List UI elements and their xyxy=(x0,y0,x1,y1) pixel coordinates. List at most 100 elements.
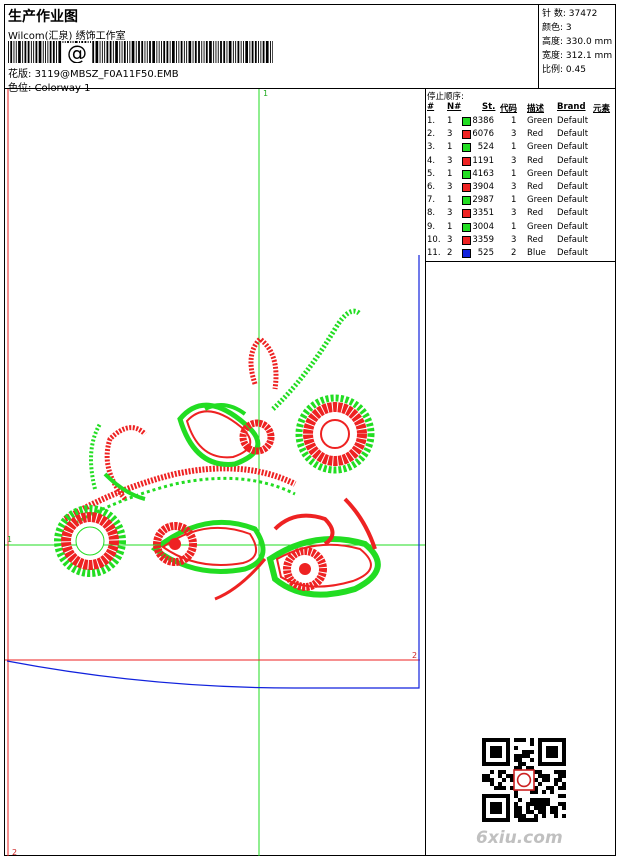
qr-cell xyxy=(494,794,498,798)
qr-cell xyxy=(542,762,546,766)
qr-cell xyxy=(518,738,522,742)
qr-cell xyxy=(538,810,542,814)
row-index: 10. xyxy=(427,234,441,245)
barcode-bar xyxy=(138,41,140,63)
qr-cell xyxy=(534,798,538,802)
color-swatch xyxy=(462,249,471,258)
row-index: 3. xyxy=(427,142,436,153)
qr-cell xyxy=(530,742,534,746)
qr-cell xyxy=(506,742,510,746)
qr-cell xyxy=(494,786,498,790)
qr-cell xyxy=(554,778,558,782)
table-row: 3. 1 524 1 Green Default xyxy=(427,142,615,155)
qr-cell xyxy=(514,802,518,806)
barcode-bar xyxy=(115,41,118,63)
watermark-site: 6xiu.com xyxy=(476,828,563,848)
qr-cell xyxy=(490,778,494,782)
qr-cell xyxy=(482,746,486,750)
qr-cell xyxy=(558,774,562,778)
qr-cell xyxy=(518,810,522,814)
qr-cell xyxy=(538,754,542,758)
row-code: 2 xyxy=(511,248,517,258)
qr-cell xyxy=(498,786,502,790)
row-needle: 1 xyxy=(447,195,453,206)
qr-cell xyxy=(542,806,546,810)
qr-cell xyxy=(486,762,490,766)
qr-cell xyxy=(498,774,502,778)
qr-cell xyxy=(526,754,530,758)
table-row: 1. 1 8386 1 Green Default xyxy=(427,116,615,129)
barcode-bar xyxy=(260,41,262,63)
qr-cell xyxy=(506,746,510,750)
qr-cell xyxy=(542,798,546,802)
barcode-bar xyxy=(178,41,180,63)
qr-cell xyxy=(542,778,546,782)
qr-cell xyxy=(498,750,502,754)
qr-cell xyxy=(482,814,486,818)
col-header-needle: N# xyxy=(447,102,462,112)
barcode-bar xyxy=(10,41,13,63)
qr-cell xyxy=(546,786,550,790)
barcode-bar xyxy=(192,41,194,63)
qr-cell xyxy=(494,762,498,766)
row-brand: Default xyxy=(557,182,589,192)
barcode: @ xyxy=(8,41,273,63)
row-desc: Red xyxy=(527,234,544,245)
hoop-outline xyxy=(6,255,420,689)
row-brand: Default xyxy=(557,208,589,219)
row-code: 1 xyxy=(511,195,517,206)
qr-cell xyxy=(490,794,494,798)
barcode-bar xyxy=(203,41,205,63)
row-brand: Default xyxy=(557,129,589,140)
qr-cell xyxy=(494,738,498,742)
barcode-bar xyxy=(237,41,240,63)
qr-cell xyxy=(534,814,538,818)
row-index: 9. xyxy=(427,221,436,232)
qr-cell xyxy=(562,742,566,746)
row-index: 1. xyxy=(427,116,436,126)
row-needle: 3 xyxy=(447,234,453,245)
qr-cell xyxy=(562,762,566,766)
qr-cell xyxy=(546,746,550,750)
qr-cell xyxy=(562,758,566,762)
barcode-bar xyxy=(188,41,192,63)
qr-cell xyxy=(538,742,542,746)
qr-cell xyxy=(494,806,498,810)
qr-cell xyxy=(558,778,562,782)
qr-cell xyxy=(554,770,558,774)
qr-cell xyxy=(558,770,562,774)
qr-cell xyxy=(494,750,498,754)
qr-cell xyxy=(502,762,506,766)
barcode-bar xyxy=(254,41,257,63)
barcode-bar xyxy=(228,41,232,63)
barcode-bar xyxy=(176,41,177,63)
qr-cell xyxy=(530,798,534,802)
qr-cell xyxy=(530,818,534,822)
row-stitches: 4163 xyxy=(472,168,494,179)
qr-cell xyxy=(486,774,490,778)
qr-cell xyxy=(506,758,510,762)
row-stitches: 2987 xyxy=(472,195,494,206)
qr-cell xyxy=(514,754,518,758)
qr-cell xyxy=(554,738,558,742)
qr-cell xyxy=(538,750,542,754)
barcode-bar xyxy=(35,41,38,63)
row-stitches: 3359 xyxy=(472,234,494,245)
barcode-bar xyxy=(220,41,222,63)
barcode-bar xyxy=(258,41,259,63)
barcode-bar xyxy=(149,41,151,63)
row-needle: 1 xyxy=(447,221,453,232)
qr-cell xyxy=(518,806,522,810)
row-desc: Blue xyxy=(527,248,546,258)
row-brand: Default xyxy=(557,155,589,166)
mark-top: 1 xyxy=(263,89,268,98)
row-desc: Red xyxy=(527,155,544,166)
qr-cell xyxy=(554,762,558,766)
barcode-bar xyxy=(99,41,101,63)
barcode-bar xyxy=(18,41,21,63)
stat-stitches: 针 数: 37472 xyxy=(542,9,598,19)
qr-cell xyxy=(550,738,554,742)
row-stitches: 1191 xyxy=(472,155,494,166)
qr-cell xyxy=(518,762,522,766)
row-needle: 1 xyxy=(447,142,453,153)
